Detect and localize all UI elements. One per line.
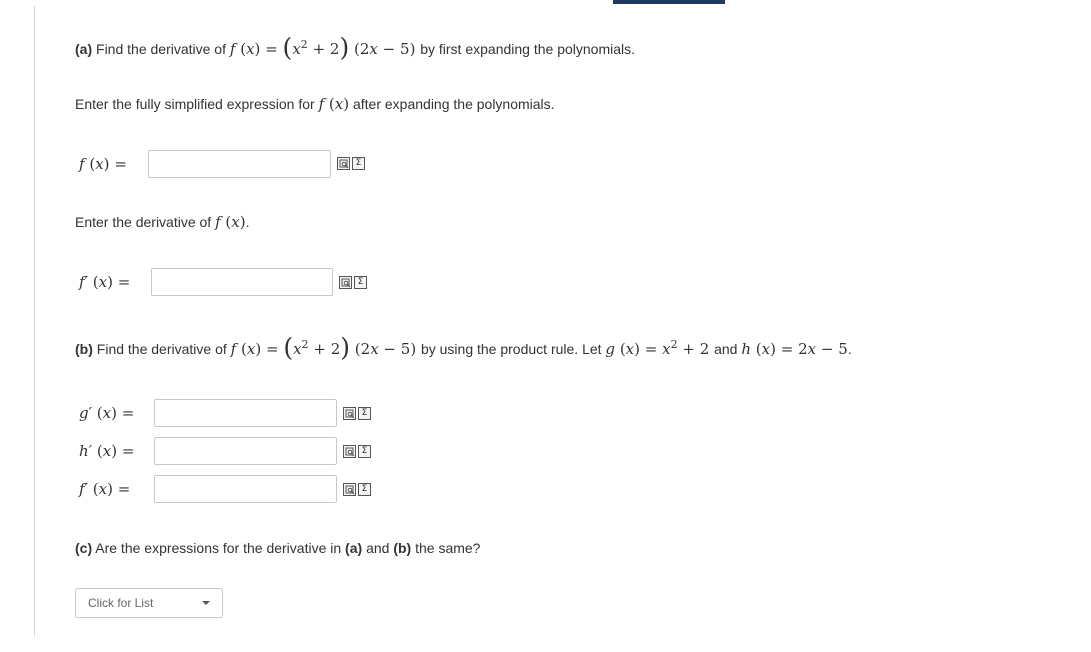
preview-icon[interactable] [343, 407, 356, 420]
fpx-tools: Σ [339, 276, 367, 289]
sigma-icon[interactable]: Σ [358, 483, 371, 496]
hpx-label: h′ (x) = [79, 442, 135, 460]
gpx-label: g′ (x) = [79, 404, 135, 422]
part-a-prompt: (a) Find the derivative of f (x) = (x2 +… [75, 33, 636, 62]
dropdown-value: Click for List [88, 596, 154, 610]
hpx-input[interactable] [154, 437, 337, 465]
top-accent-bar [613, 0, 725, 4]
sigma-icon[interactable]: Σ [352, 157, 365, 170]
part-a-label: (a) [75, 41, 93, 57]
gpx-input[interactable] [154, 399, 337, 427]
hpx-tools: Σ [343, 445, 371, 458]
part-a-instruction-1: Enter the fully simplified expression fo… [75, 95, 555, 113]
part-a-function: f (x) = (x2 + 2) (2x − 5) [229, 33, 416, 62]
part-b-prompt: (b) Find the derivative of f (x) = (x2 +… [75, 333, 852, 362]
preview-icon[interactable] [339, 276, 352, 289]
fx-label: f (x) = [79, 155, 127, 173]
fpx-b-tools: Σ [343, 483, 371, 496]
left-divider [34, 6, 35, 636]
fpx-b-label: f′ (x) = [79, 480, 131, 498]
preview-icon[interactable] [337, 157, 350, 170]
fpx-b-input[interactable] [154, 475, 337, 503]
fpx-input[interactable] [151, 268, 333, 296]
part-a-instruction-2: Enter the derivative of f (x). [75, 213, 250, 231]
chevron-down-icon [202, 601, 210, 605]
fx-tools: Σ [337, 157, 365, 170]
gpx-tools: Σ [343, 407, 371, 420]
part-b-label: (b) [75, 341, 93, 357]
part-c-label: (c) [75, 540, 93, 556]
part-c-prompt: (c) Are the expressions for the derivati… [75, 540, 481, 556]
fpx-label: f′ (x) = [79, 273, 131, 291]
sigma-icon[interactable]: Σ [354, 276, 367, 289]
answer-dropdown[interactable]: Click for List [75, 588, 223, 618]
preview-icon[interactable] [343, 483, 356, 496]
preview-icon[interactable] [343, 445, 356, 458]
sigma-icon[interactable]: Σ [358, 445, 371, 458]
sigma-icon[interactable]: Σ [358, 407, 371, 420]
fx-input[interactable] [148, 150, 331, 178]
